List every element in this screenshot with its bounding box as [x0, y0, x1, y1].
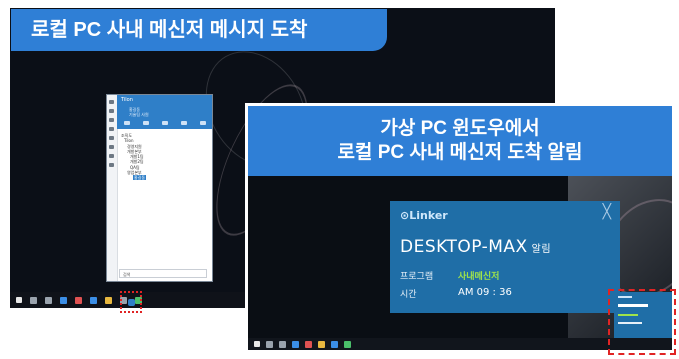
task-view-icon[interactable]: [45, 296, 52, 304]
program-label: 프로그램: [400, 272, 434, 282]
messenger-window[interactable]: Tilon 홍길동 기술팀 사원 조직도 Tilon 경영지원 개발본부 개발1…: [106, 94, 213, 282]
brand-text: Linker: [409, 209, 448, 222]
app-icon[interactable]: [75, 296, 82, 304]
tab-icon[interactable]: [180, 121, 187, 125]
notification-host: DESKTOP-MAX 알림: [400, 237, 551, 257]
menu-icon[interactable]: [109, 118, 114, 122]
header-line-2: 로컬 PC 사내 메신저 도착 알림: [337, 142, 583, 163]
search-input[interactable]: 검색: [119, 269, 207, 278]
time-value: AM 09 : 36: [458, 287, 512, 298]
notification-popup[interactable]: ⊙Linker ╳ DESKTOP-MAX 알림 프로그램 사내메신저 시간 AM…: [390, 201, 620, 313]
menu-icon[interactable]: [109, 163, 114, 167]
linker-logo: ⊙Linker: [400, 209, 448, 222]
header-line-1: 가상 PC 윈도우에서: [380, 118, 540, 139]
tab-icon[interactable]: [142, 121, 149, 125]
folder-icon[interactable]: [318, 340, 325, 348]
program-row: 프로그램 사내메신저: [400, 269, 499, 282]
tree-item-selected[interactable]: 홍길동: [121, 175, 147, 181]
time-label: 시간: [400, 290, 417, 300]
messenger-taskbar-icon[interactable]: [128, 299, 135, 306]
virtual-panel-header: 가상 PC 윈도우에서 로컬 PC 사내 메신저 도착 알림: [248, 106, 672, 176]
tab-icon[interactable]: [199, 121, 206, 125]
menu-icon[interactable]: [109, 127, 114, 131]
time-row: 시간 AM 09 : 36: [400, 287, 512, 300]
local-messenger-taskbar-highlight: [120, 291, 142, 313]
remote-notification-highlight: [608, 289, 676, 355]
windows-start-icon[interactable]: [16, 297, 22, 303]
search-icon[interactable]: [266, 340, 273, 348]
messenger-tabs: [117, 121, 212, 129]
tab-icon[interactable]: [123, 121, 130, 125]
browser-icon[interactable]: [292, 340, 299, 348]
app-icon[interactable]: [344, 340, 351, 348]
host-name: DESKTOP-MAX: [400, 237, 528, 257]
local-title-badge: 로컬 PC 사내 메신저 메시지 도착: [11, 9, 387, 51]
tab-icon[interactable]: [161, 121, 168, 125]
org-tree: 조직도 Tilon 경영지원 개발본부 개발1팀 개발2팀 QA팀 영업본부 홍…: [121, 133, 147, 181]
selected-user[interactable]: 홍길동: [133, 175, 147, 181]
app-icon[interactable]: [331, 340, 338, 348]
close-icon[interactable]: ╳: [603, 204, 611, 220]
menu-icon[interactable]: [109, 109, 114, 113]
menu-icon[interactable]: [109, 136, 114, 140]
user-dept: 기술팀 사원: [129, 112, 149, 117]
app-icon[interactable]: [90, 296, 97, 304]
messenger-title: Tilon: [121, 97, 133, 103]
menu-icon[interactable]: [109, 100, 114, 104]
windows-start-icon[interactable]: [254, 341, 260, 347]
menu-icon[interactable]: [109, 154, 114, 158]
host-tag: 알림: [531, 244, 552, 255]
menu-icon[interactable]: [109, 145, 114, 149]
search-icon[interactable]: [30, 296, 37, 304]
app-icon[interactable]: [305, 340, 312, 348]
program-value: 사내메신저: [458, 272, 500, 282]
task-view-icon[interactable]: [279, 340, 286, 348]
browser-icon[interactable]: [60, 296, 67, 304]
folder-icon[interactable]: [105, 296, 112, 304]
messenger-user-info: 홍길동 기술팀 사원: [129, 107, 149, 117]
